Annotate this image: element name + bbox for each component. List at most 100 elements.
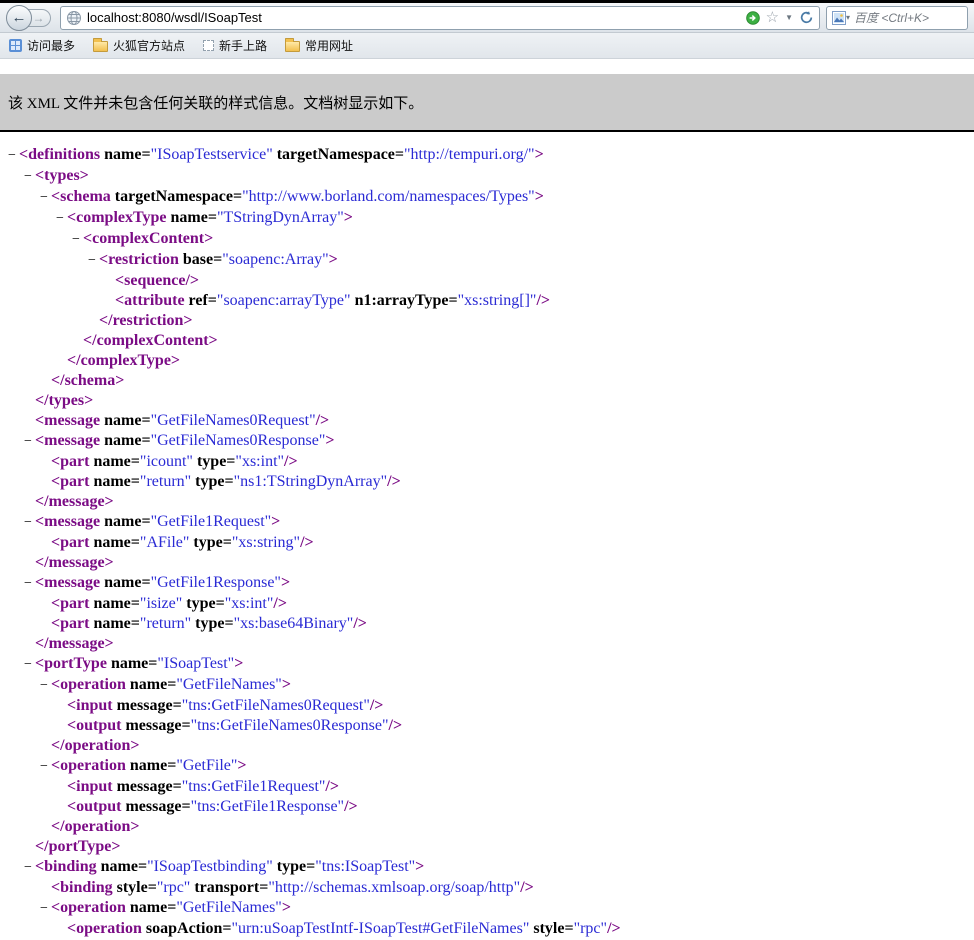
reload-icon[interactable] <box>799 10 814 25</box>
xml-bracket: > <box>280 574 291 591</box>
url-input[interactable]: localhost:8080/wsdl/ISoapTest <box>87 10 746 25</box>
xml-tag: <operation <box>51 899 126 916</box>
xml-bracket: /> <box>344 798 358 815</box>
bookmark-item-firefox-official[interactable]: 火狐官方站点 <box>93 37 185 54</box>
xml-line: <output message="tns:GetFile1Response"/> <box>0 797 974 817</box>
collapse-toggle[interactable]: − <box>40 757 51 777</box>
bookmark-item-most-visited[interactable]: 访问最多 <box>9 37 75 54</box>
bookmark-item-getting-started[interactable]: 新手上路 <box>203 37 267 54</box>
xml-line: <part name="return" type="xs:base64Binar… <box>0 614 974 634</box>
xml-attr-value: "soapenc:Array" <box>222 251 329 268</box>
xml-line: </operation> <box>0 817 974 837</box>
xml-bracket: > <box>534 188 544 205</box>
xml-attr-name: type= <box>192 453 236 470</box>
xml-tag: <portType <box>35 655 107 672</box>
bookmark-label: 访问最多 <box>27 39 76 53</box>
xml-attr-value: "xs:int" <box>235 453 285 470</box>
xml-bracket: > <box>111 838 121 855</box>
collapse-toggle[interactable]: − <box>24 858 35 878</box>
xml-attr-name: name= <box>96 858 148 875</box>
xml-attr-value: "http://www.borland.com/namespaces/Types… <box>242 188 535 205</box>
xml-tag: </message <box>35 554 105 571</box>
xml-tag: <message <box>35 574 101 591</box>
xml-line: − <message name="GetFileNames0Response"> <box>0 431 974 452</box>
search-input[interactable]: 百度 <Ctrl+K> <box>854 9 929 26</box>
xml-attr-value: "isize" <box>139 595 183 612</box>
xml-tag: </schema <box>51 372 116 389</box>
collapse-toggle[interactable]: − <box>72 230 83 250</box>
xml-attr-name: message= <box>121 717 191 734</box>
xml-line: <part name="isize" type="xs:int"/> <box>0 594 974 614</box>
placeholder-favicon-icon <box>203 40 215 51</box>
xml-line: <message name="GetFileNames0Request"/> <box>0 411 974 431</box>
urlbar-action-icons: ☆ ▼ <box>745 10 814 25</box>
xml-bracket: > <box>104 635 114 652</box>
search-bar[interactable]: ▾ 百度 <Ctrl+K> <box>826 5 968 30</box>
green-arrow-icon[interactable] <box>745 10 760 25</box>
xml-tag: <part <box>51 453 90 470</box>
xml-attr-value: "GetFile1Response" <box>150 574 281 591</box>
xml-bracket: > <box>130 818 140 835</box>
bookmark-star-icon[interactable]: ☆ <box>766 10 779 25</box>
xml-line: − <schema targetNamespace="http://www.bor… <box>0 187 974 208</box>
xml-line: − <complexType name="TStringDynArray"> <box>0 208 974 229</box>
xml-attr-value: "xs:string" <box>231 534 301 551</box>
xml-attr-value: "xs:int" <box>224 595 274 612</box>
xml-bracket: /> <box>325 778 339 795</box>
xml-line: <part name="icount" type="xs:int"/> <box>0 452 974 472</box>
collapse-toggle[interactable]: − <box>24 167 35 187</box>
xml-tag: <sequence <box>115 272 186 289</box>
collapse-toggle[interactable]: − <box>24 513 35 533</box>
xml-attr-name: type= <box>272 858 316 875</box>
xml-attr-name: message= <box>112 778 182 795</box>
xml-attr-name: name= <box>89 615 140 632</box>
xml-bracket: /> <box>536 292 550 309</box>
xml-attr-value: "GetFile" <box>176 757 238 774</box>
xml-line: </message> <box>0 492 974 512</box>
xml-attr-name: base= <box>178 251 223 268</box>
xml-tag: <message <box>35 412 101 429</box>
collapse-toggle[interactable]: − <box>56 209 67 229</box>
xml-attr-name: n1:arrayType= <box>350 292 458 309</box>
xml-bracket: > <box>170 352 181 369</box>
xml-attr-name: style= <box>112 879 157 896</box>
bookmark-item-common-sites[interactable]: 常用网址 <box>285 37 353 54</box>
xml-tag: <part <box>51 615 90 632</box>
xml-bracket: > <box>281 676 291 693</box>
xml-attr-value: "GetFileNames0Request" <box>150 412 316 429</box>
page-top-gap <box>0 59 974 74</box>
search-engine-dropdown-icon[interactable]: ▾ <box>846 13 850 22</box>
xml-attr-value: "rpc" <box>573 920 608 937</box>
search-engine-icon[interactable] <box>832 10 846 25</box>
xml-attr-value: "AFile" <box>139 534 190 551</box>
xml-bracket: > <box>115 372 125 389</box>
collapse-toggle[interactable]: − <box>88 251 99 271</box>
collapse-toggle[interactable]: − <box>40 899 51 919</box>
xml-attr-name: name= <box>89 473 140 490</box>
xml-line: <input message="tns:GetFileNames0Request… <box>0 696 974 716</box>
xml-attr-value: "urn:uSoapTestIntf-ISoapTest#GetFileName… <box>231 920 530 937</box>
xml-tag: <message <box>35 432 101 449</box>
xml-attr-name: type= <box>191 615 234 632</box>
back-button[interactable]: ← <box>6 4 32 31</box>
collapse-toggle[interactable]: − <box>24 574 35 594</box>
bookmarks-toolbar: 访问最多 火狐官方站点 新手上路 常用网址 <box>0 33 974 59</box>
collapse-toggle[interactable]: − <box>40 676 51 696</box>
xml-bracket: > <box>415 858 425 875</box>
collapse-toggle[interactable]: − <box>8 146 19 166</box>
collapse-toggle[interactable]: − <box>24 655 35 675</box>
xml-line: </message> <box>0 553 974 573</box>
urlbar-dropdown-icon[interactable]: ▼ <box>785 13 793 22</box>
collapse-toggle[interactable]: − <box>40 188 51 208</box>
xml-line: </portType> <box>0 837 974 857</box>
xml-tag: <input <box>67 778 113 795</box>
xml-attr-name: name= <box>89 453 140 470</box>
xml-tag: <operation <box>51 757 126 774</box>
xml-line: − <types> <box>0 166 974 187</box>
xml-attr-value: "ISoapTest" <box>157 655 235 672</box>
collapse-toggle[interactable]: − <box>24 432 35 452</box>
xml-tag: <part <box>51 595 90 612</box>
xml-bracket: > <box>79 167 89 184</box>
xml-attr-value: "GetFileNames" <box>176 676 282 693</box>
url-bar[interactable]: localhost:8080/wsdl/ISoapTest ☆ ▼ <box>60 5 820 30</box>
